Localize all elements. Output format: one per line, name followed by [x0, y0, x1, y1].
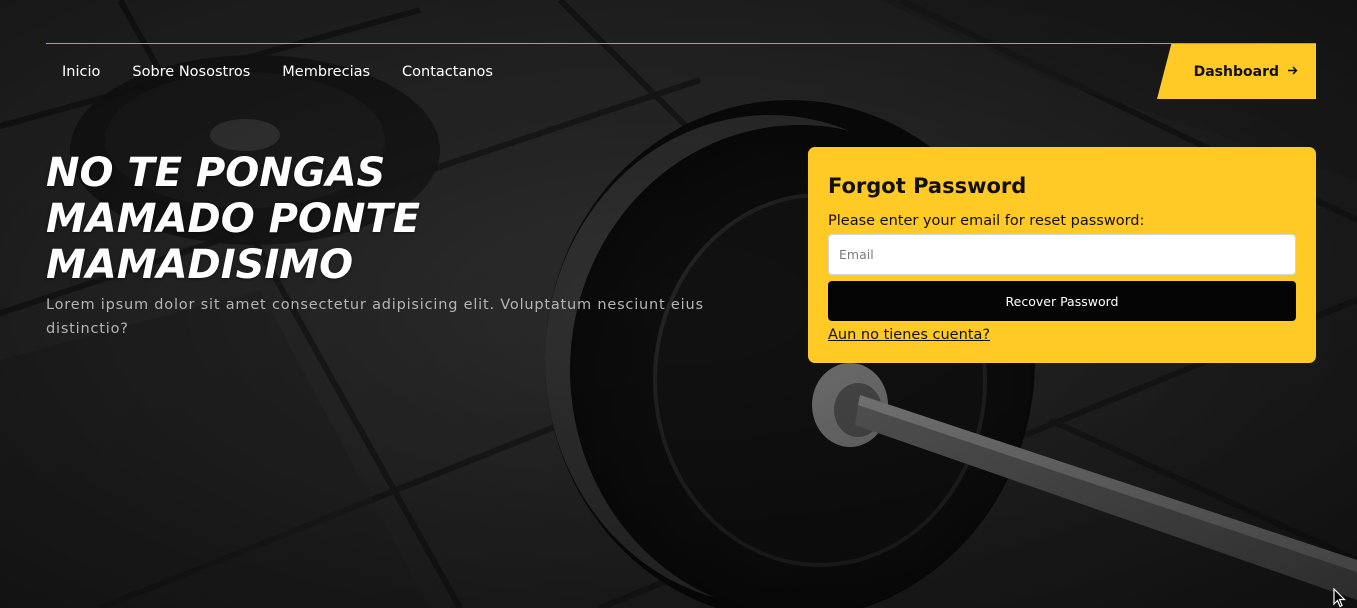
- nav-item-membrecias[interactable]: Membrecias: [266, 60, 386, 84]
- card-title: Forgot Password: [828, 174, 1027, 198]
- hero-title: NO TE PONGAS MAMADO PONTE MAMADISIMO: [46, 150, 566, 288]
- nav-item-contactanos[interactable]: Contactanos: [386, 60, 509, 84]
- hero-title-line-1: NO TE PONGAS: [46, 150, 386, 196]
- header-divider-line: [46, 43, 1316, 44]
- hero-title-line-3: MAMADISIMO: [46, 242, 354, 288]
- arrow-right-icon: [1287, 64, 1298, 80]
- mouse-pointer-icon: [1333, 587, 1347, 608]
- email-field[interactable]: [828, 234, 1296, 275]
- forgot-password-card: Forgot Password Please enter your email …: [808, 147, 1316, 363]
- recover-password-button[interactable]: Recover Password: [828, 281, 1296, 321]
- email-instruction-label: Please enter your email for reset passwo…: [828, 213, 1145, 229]
- nav-item-inicio[interactable]: Inicio: [46, 60, 116, 84]
- dashboard-button-label: Dashboard: [1193, 63, 1279, 80]
- nav-item-sobre-nosotros[interactable]: Sobre Nosostros: [116, 60, 266, 84]
- hero-description: Lorem ipsum dolor sit amet consectetur a…: [46, 297, 704, 337]
- dashboard-button[interactable]: Dashboard: [1157, 44, 1316, 99]
- hero-title-line-2: MAMADO PONTE: [46, 196, 421, 242]
- main-nav: Inicio Sobre Nosostros Membrecias Contac…: [46, 60, 509, 84]
- register-link[interactable]: Aun no tienes cuenta?: [828, 325, 990, 345]
